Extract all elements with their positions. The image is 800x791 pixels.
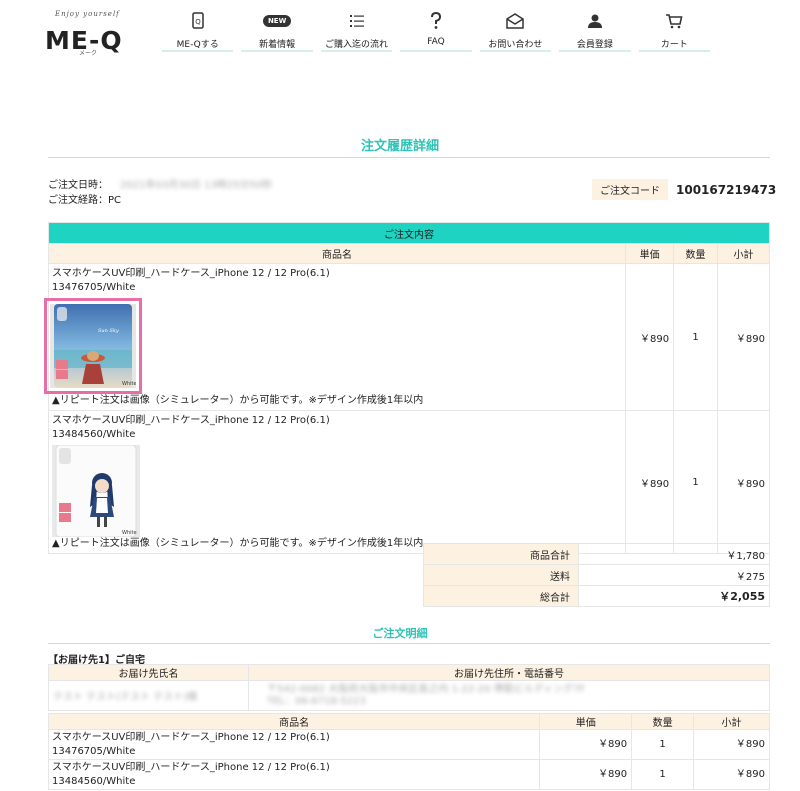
col-qty: 数量 (631, 713, 695, 730)
main-nav: Q ME-Qする NEW 新着情報 ご購入迄の流れ FAQ お問い合わせ 会員登… (158, 10, 714, 56)
quantity: 1 (673, 410, 719, 554)
divider (48, 157, 770, 158)
unit-price: ￥890 (539, 759, 633, 790)
total-value: ￥1,780 (578, 543, 770, 565)
col-price: 単価 (625, 243, 675, 264)
total-row: 商品合計 ￥1,780 (423, 543, 770, 565)
quantity: 1 (631, 729, 695, 760)
nav-news[interactable]: NEW 新着情報 (237, 10, 316, 52)
details-title: ご注文明細 (372, 627, 428, 640)
logo-sub: メーク (79, 50, 98, 57)
page-title: 注文履歴詳細 (360, 139, 439, 154)
logo-tagline: Enjoy yourself (55, 10, 120, 18)
envelope-icon (476, 12, 555, 30)
totals-table: 商品合計 ￥1,780 送料 ￥275 総合計 ￥2,055 (423, 543, 770, 607)
subtotal: ￥890 (717, 410, 770, 554)
nav-faq[interactable]: FAQ (396, 10, 475, 52)
nav-flow[interactable]: ご購入迄の流れ (317, 10, 396, 52)
col-recipient: お届け先氏名 (48, 664, 249, 681)
total-label: 総合計 (423, 585, 579, 607)
nav-label: カート (660, 40, 688, 50)
subtotal: ￥890 (693, 759, 770, 790)
product-code: 13484560/White (52, 775, 136, 787)
product-name: スマホケースUV印刷_ハードケース_iPhone 12 / 12 Pro(6.1… (52, 268, 330, 279)
nav-label: FAQ (427, 37, 445, 47)
product-code: 13484560/White (52, 429, 136, 440)
col-address: お届け先住所・電話番号 (248, 664, 770, 681)
nav-label: ご購入迄の流れ (325, 40, 389, 50)
total-row: 総合計 ￥2,055 (423, 585, 770, 607)
thumb-label: White (122, 530, 137, 536)
quantity: 1 (673, 263, 719, 411)
total-label: 商品合計 (423, 543, 579, 565)
quantity: 1 (631, 759, 695, 790)
question-icon (396, 12, 475, 30)
nav-meq[interactable]: Q ME-Qする (158, 10, 237, 52)
nav-contact[interactable]: お問い合わせ (476, 10, 555, 52)
order-table: ご注文内容 商品名 単価 数量 小計 スマホケースUV印刷_ハードケース_iPh… (44, 222, 770, 554)
total-value: ￥275 (578, 564, 770, 586)
order-date-label: ご注文日時： (48, 180, 108, 191)
subtotal: ￥890 (717, 263, 770, 411)
product-thumbnail[interactable]: White (52, 445, 142, 537)
order-code-label: ご注文コード (592, 179, 668, 200)
product-name: スマホケースUV印刷_ハードケース_iPhone 12 / 12 Pro(6.1… (52, 415, 330, 426)
product-code: 13476705/White (52, 745, 136, 757)
svg-text:Q: Q (195, 18, 201, 26)
order-date-value: 2021年03月30日 13時25分50秒 (120, 180, 273, 191)
total-label: 送料 (423, 564, 579, 586)
product-thumbnail[interactable]: Sun Sky White (44, 298, 142, 394)
total-row: 送料 ￥275 (423, 564, 770, 586)
product-name: スマホケースUV印刷_ハードケース_iPhone 12 / 12 Pro(6.1… (52, 731, 330, 743)
subtotal: ￥890 (693, 729, 770, 760)
order-section-header: ご注文内容 (48, 222, 770, 244)
destination-table: お届け先氏名 お届け先住所・電話番号 テスト テスト(テスト テスト)様 〒54… (48, 664, 770, 711)
recipient-phone: TEL：06-6718-5223 (267, 695, 366, 707)
nav-label: ME-Qする (176, 40, 219, 50)
new-badge-icon: NEW (237, 12, 316, 30)
order-meta: ご注文日時： 2021年03月30日 13時25分50秒 ご注文経路：PC (48, 178, 272, 208)
repeat-note: ▲リピート注文は画像（シミュレーター）から可能です。※デザイン作成後1年以内 (52, 395, 424, 406)
nav-cart[interactable]: カート (635, 10, 714, 52)
product-code: 13476705/White (52, 282, 136, 293)
divider (48, 643, 770, 644)
items-detail-table: 商品名 単価 数量 小計 スマホケースUV印刷_ハードケース_iPhone 12… (47, 713, 770, 790)
order-route-value: PC (108, 195, 122, 206)
unit-price: ￥890 (625, 263, 675, 411)
new-badge: NEW (262, 15, 292, 27)
nav-label: お問い合わせ (488, 40, 543, 50)
table-row: スマホケースUV印刷_ハードケース_iPhone 12 / 12 Pro(6.1… (44, 263, 770, 411)
site-logo[interactable]: Enjoy yourself ME-Q メーク (45, 10, 125, 58)
table-row: テスト テスト(テスト テスト)様 〒542-0082 大阪府大阪市中央区島之内… (48, 680, 770, 711)
nav-register[interactable]: 会員登録 (555, 10, 634, 52)
svg-text:Sun Sky: Sun Sky (98, 328, 119, 334)
cart-icon (635, 12, 714, 30)
order-code: ご注文コード 100167219473 (592, 179, 776, 200)
col-product: 商品名 (47, 243, 627, 264)
order-code-value: 100167219473 (676, 182, 777, 197)
thumb-label: White (122, 381, 136, 387)
user-icon (555, 12, 634, 30)
table-row: スマホケースUV印刷_ハードケース_iPhone 12 / 12 Pro(6.1… (47, 410, 770, 554)
order-route-label: ご注文経路： (48, 195, 108, 206)
recipient-name: テスト テスト(テスト テスト)様 (53, 692, 198, 703)
col-subtotal: 小計 (717, 243, 770, 264)
table-row: スマホケースUV印刷_ハードケース_iPhone 12 / 12 Pro(6.1… (47, 759, 770, 790)
list-icon (317, 12, 396, 30)
nav-label: 会員登録 (576, 40, 613, 50)
col-subtotal: 小計 (693, 713, 770, 730)
product-name: スマホケースUV印刷_ハードケース_iPhone 12 / 12 Pro(6.1… (52, 761, 330, 773)
col-price: 単価 (539, 713, 633, 730)
grand-total-value: ￥2,055 (578, 585, 770, 607)
nav-label: 新着情報 (259, 40, 296, 50)
table-row: スマホケースUV印刷_ハードケース_iPhone 12 / 12 Pro(6.1… (47, 729, 770, 760)
col-product: 商品名 (47, 713, 541, 730)
col-qty: 数量 (673, 243, 719, 264)
phone-icon: Q (158, 12, 237, 30)
recipient-address: 〒542-0082 大阪府大阪市中央区島之内 1-22-20 堺筋ビルディング7… (267, 683, 586, 695)
unit-price: ￥890 (625, 410, 675, 554)
unit-price: ￥890 (539, 729, 633, 760)
